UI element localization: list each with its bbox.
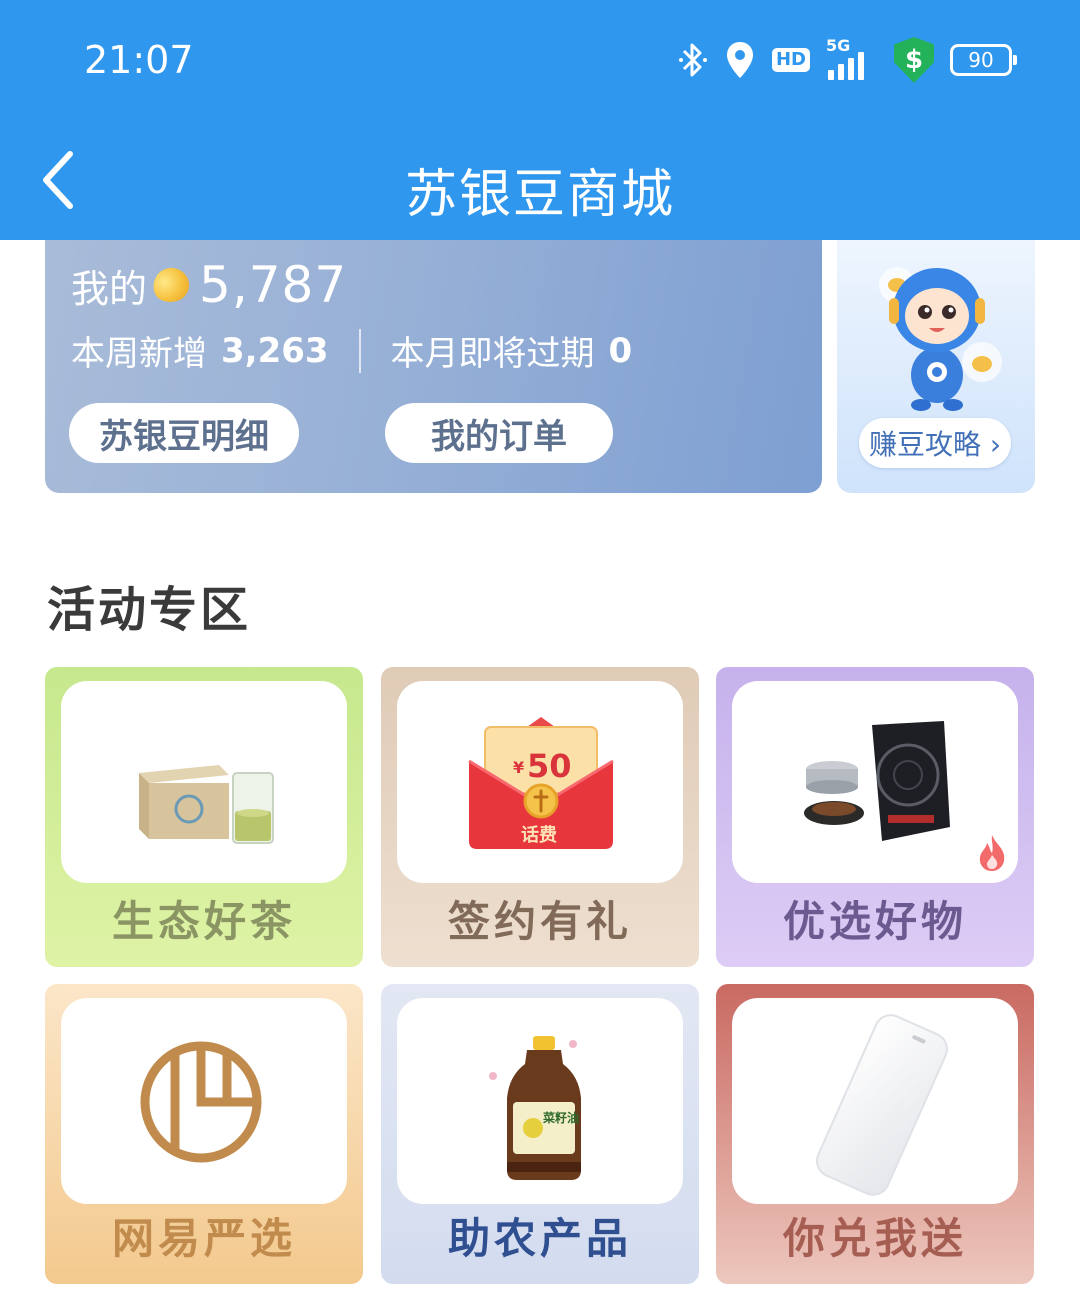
status-time: 21:07 [84,38,194,82]
tile-image-panel [61,998,347,1204]
app-header: 21:07 HD 5G $ 90 苏银豆商城 [0,0,1080,240]
stats-divider [358,328,361,373]
gold-bean-icon [148,263,194,307]
bean-stats-row: 本周新增 3,263 本月即将过期 0 [71,326,632,375]
activity-section-title: 活动专区 [47,582,252,638]
tile-image-panel: 菜籽油 [397,998,683,1204]
voucher-amount: 50 [527,747,572,785]
tile-eco-tea[interactable]: 生态好茶 [45,667,363,967]
expiring-value: 0 [608,330,633,371]
tile-image-panel [732,998,1018,1204]
tile-label: 你兑我送 [782,1214,967,1263]
security-shield-icon: $ [894,37,934,83]
weekly-value: 3,263 [221,330,329,371]
bean-total-row: 我的 5,787 [71,256,347,314]
tile-label: 签约有礼 [447,897,632,946]
signal-5g-icon: 5G [826,36,878,80]
earn-guide-card[interactable]: 赚豆攻略 › [837,240,1035,493]
tile-selected-goods[interactable]: 优选好物 [716,667,1034,967]
status-icons: HD 5G $ 90 [678,36,1017,84]
bluetooth-icon [678,40,708,80]
tea-box-and-glass-image [139,765,274,844]
bean-balance-card: 我的 5,787 本周新增 3,263 本月即将过期 0 苏银豆明细 我的订单 [45,240,822,493]
tile-label: 网易严选 [111,1214,296,1263]
my-orders-button[interactable]: 我的订单 [385,403,613,463]
earn-guide-button[interactable]: 赚豆攻略 › [859,418,1011,468]
weekly-label: 本周新增 [71,334,207,374]
bean-detail-button[interactable]: 苏银豆明细 [69,403,299,463]
mine-label: 我的 [71,266,148,311]
flame-icon [979,835,1005,871]
bean-total: 5,787 [199,256,348,314]
tile-sign-gift[interactable]: ¥ 50 话费 签约有礼 [381,667,699,967]
page-title: 苏银豆商城 [404,165,675,225]
robot-mascot-image [879,267,1002,411]
voucher-tag: 话费 [521,824,557,846]
location-icon [724,40,756,80]
tile-image-panel [61,681,347,883]
battery-icon: 90 [950,44,1017,76]
expiring-label: 本月即将过期 [390,334,595,374]
tile-farm-products[interactable]: 菜籽油 助农产品 [381,984,699,1284]
netease-yanxuan-logo [140,1041,262,1163]
tile-label: 生态好茶 [111,897,296,946]
tile-image-panel: ¥ 50 话费 [397,681,683,883]
tile-netease-yanxuan[interactable]: 网易严选 [45,984,363,1284]
tile-exchange-gift[interactable]: 你兑我送 [716,984,1034,1284]
tile-label: 助农产品 [447,1214,632,1263]
tile-label: 优选好物 [782,897,967,946]
oil-bottle-image: 菜籽油 [489,1036,581,1180]
red-envelope-image: ¥ 50 话费 [468,717,614,849]
hd-icon: HD [771,48,810,72]
power-bank-image [816,1014,948,1196]
bottle-label: 菜籽油 [542,1110,579,1125]
currency-symbol: ¥ [513,758,524,777]
tile-image-panel [732,681,1018,883]
